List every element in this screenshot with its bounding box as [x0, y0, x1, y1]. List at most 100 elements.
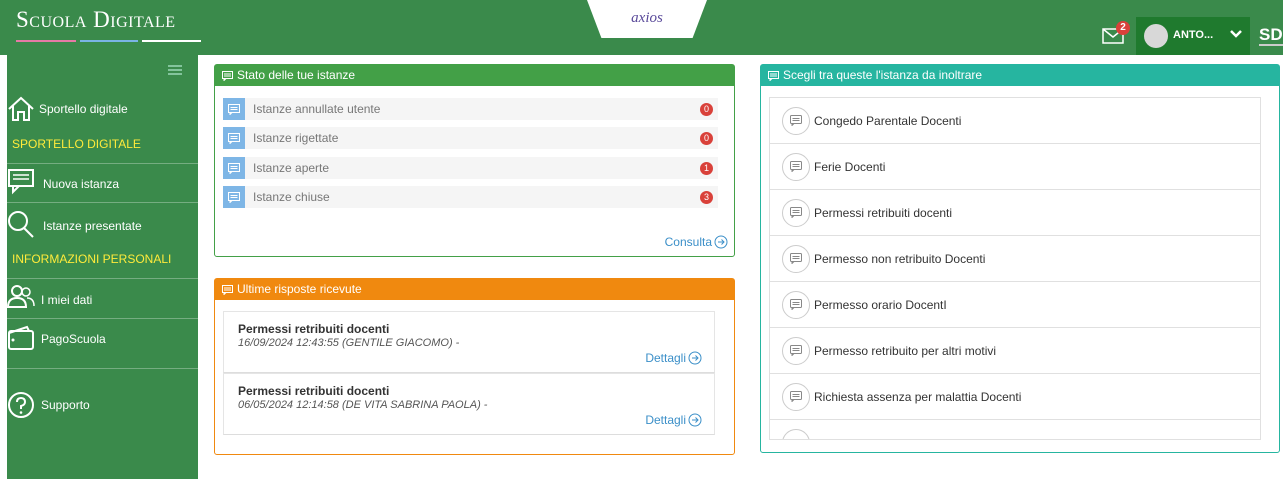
status-label: Istanze rigettate [253, 131, 339, 145]
panel-header: Ultime risposte ricevute [215, 279, 734, 300]
wallet-icon [8, 325, 34, 350]
sidebar: Sportello digitale SPORTELLO DIGITALE Nu… [7, 55, 198, 479]
divider [7, 163, 198, 164]
chat-icon [782, 290, 810, 319]
istanza-label: Permesso orario DocentI [814, 297, 947, 312]
istanza-item[interactable]: Ferie Docenti [770, 144, 1260, 190]
chat-icon [782, 152, 810, 181]
chat-icon [768, 70, 779, 81]
chat-icon [782, 244, 810, 273]
chat-icon [223, 127, 245, 149]
sidebar-item-label: Nuova istanza [43, 177, 120, 191]
ultime-risposte-panel: Ultime risposte ricevute Permessi retrib… [214, 278, 735, 455]
status-row-chiuse[interactable]: Istanze chiuse 3 [223, 186, 718, 208]
dettagli-link[interactable]: Dettagli [645, 351, 702, 365]
status-row-annullate[interactable]: Istanze annullate utente 0 [223, 98, 718, 120]
panel-header: Stato delle tue istanze [215, 65, 734, 86]
dettagli-label: Dettagli [645, 413, 686, 427]
arrow-circle-right-icon [688, 351, 702, 365]
chat-icon [223, 186, 245, 208]
sidebar-item-miei-dati[interactable]: I miei dati [7, 283, 198, 311]
consulta-label: Consulta [664, 235, 712, 249]
sidebar-item-label: Supporto [41, 398, 90, 412]
chat-icon [222, 70, 233, 81]
scegli-istanza-panel: Scegli tra queste l'istanza da inoltrare… [760, 64, 1280, 453]
chat-icon [782, 106, 810, 135]
sidebar-item-istanze-presentate[interactable]: Istanze presentate [7, 210, 198, 238]
chat-icon [782, 336, 810, 365]
response-item: Permessi retribuiti docenti 16/09/2024 1… [223, 311, 715, 373]
home-icon [8, 96, 34, 121]
istanza-label: Permessi retribuiti docenti [814, 205, 953, 220]
user-name: ANTO... [1173, 29, 1214, 41]
status-count-badge: 3 [700, 190, 713, 204]
divider [7, 318, 198, 319]
chat-icon [782, 428, 810, 439]
user-menu[interactable]: ANTO... [1136, 17, 1250, 55]
status-label: Istanze annullate utente [253, 102, 381, 116]
istanza-item[interactable]: Permessi retribuiti docenti [770, 190, 1260, 236]
chat-icon [223, 98, 245, 120]
istanza-item-partial[interactable] [770, 420, 1260, 439]
help-icon [8, 392, 34, 418]
response-title: Permessi retribuiti docenti [238, 384, 390, 398]
sidebar-item-pagoscuola[interactable]: PagoScuola [7, 325, 198, 353]
sidebar-item-label: Istanze presentate [43, 219, 142, 233]
panel-title: Scegli tra queste l'istanza da inoltrare [783, 68, 983, 82]
divider [7, 368, 198, 369]
panel-title: Ultime risposte ricevute [237, 282, 362, 296]
avatar [1144, 24, 1168, 48]
sidebar-item-label: PagoScuola [41, 332, 106, 346]
sidebar-item-nuova-istanza[interactable]: Nuova istanza [7, 167, 198, 195]
istanza-item[interactable]: Richiesta assenza per malattia Docenti [770, 374, 1260, 420]
istanza-item[interactable]: Permesso non retribuito Docenti [770, 236, 1260, 282]
chat-icon [782, 382, 810, 411]
users-icon [7, 285, 35, 308]
brand-title: Scuola Digitale [16, 7, 176, 32]
section-sportello-digitale: SPORTELLO DIGITALE [12, 137, 141, 151]
panel-title: Stato delle tue istanze [237, 68, 356, 82]
istanza-item[interactable]: Congedo Parentale Docenti [770, 98, 1260, 144]
panel-header: Scegli tra queste l'istanza da inoltrare [761, 65, 1279, 86]
status-count-badge: 0 [700, 131, 713, 145]
sidebar-item-label: Sportello digitale [39, 102, 128, 116]
istanza-label: Ferie Docenti [814, 159, 886, 174]
istanze-list[interactable]: Congedo Parentale Docenti Ferie Docenti … [769, 97, 1261, 440]
status-count-badge: 0 [700, 102, 713, 116]
section-informazioni-personali: INFORMAZIONI PERSONALI [12, 252, 172, 266]
status-row-aperte[interactable]: Istanze aperte 1 [223, 157, 718, 179]
istanza-item[interactable]: Permesso retribuito per altri motivi [770, 328, 1260, 374]
chat-icon [782, 198, 810, 227]
mail-count-badge: 2 [1116, 21, 1130, 35]
divider [7, 278, 198, 279]
chat-icon [222, 284, 233, 295]
axios-logo[interactable]: axios [587, 0, 707, 38]
istanza-item[interactable]: Permesso orario DocentI [770, 282, 1260, 328]
response-title: Permessi retribuiti docenti [238, 322, 390, 336]
sidebar-item-sportello[interactable]: Sportello digitale [7, 95, 198, 123]
response-subtitle: 06/05/2024 12:14:58 (DE VITA SABRINA PAO… [238, 399, 488, 411]
chat-icon [8, 169, 34, 195]
response-subtitle: 16/09/2024 12:43:55 (GENTILE GIACOMO) - [238, 337, 460, 349]
arrow-circle-right-icon [714, 235, 728, 249]
brand-underline [16, 40, 201, 42]
menu-icon[interactable] [168, 65, 182, 75]
status-label: Istanze chiuse [253, 190, 330, 204]
dettagli-link[interactable]: Dettagli [645, 413, 702, 427]
istanza-label: Congedo Parentale Docenti [814, 113, 962, 128]
sd-logo[interactable]: SD [1259, 26, 1283, 46]
chat-icon [223, 157, 245, 179]
consulta-link[interactable]: Consulta [665, 235, 728, 249]
brand-logo[interactable]: Scuola Digitale [8, 6, 204, 46]
arrow-circle-right-icon [688, 413, 702, 427]
istanza-label: Richiesta assenza per malattia Docenti [814, 389, 1022, 404]
chevron-down-icon [1230, 30, 1242, 38]
sidebar-item-label: I miei dati [41, 293, 93, 307]
response-item: Permessi retribuiti docenti 06/05/2024 1… [223, 373, 715, 435]
istanza-label: Permesso non retribuito Docenti [814, 251, 986, 266]
top-bar: Scuola Digitale axios 2 ANTO... SD [0, 0, 1283, 55]
status-row-rigettate[interactable]: Istanze rigettate 0 [223, 127, 718, 149]
divider [7, 202, 198, 203]
sidebar-item-supporto[interactable]: Supporto [7, 391, 198, 419]
search-icon [8, 211, 34, 238]
